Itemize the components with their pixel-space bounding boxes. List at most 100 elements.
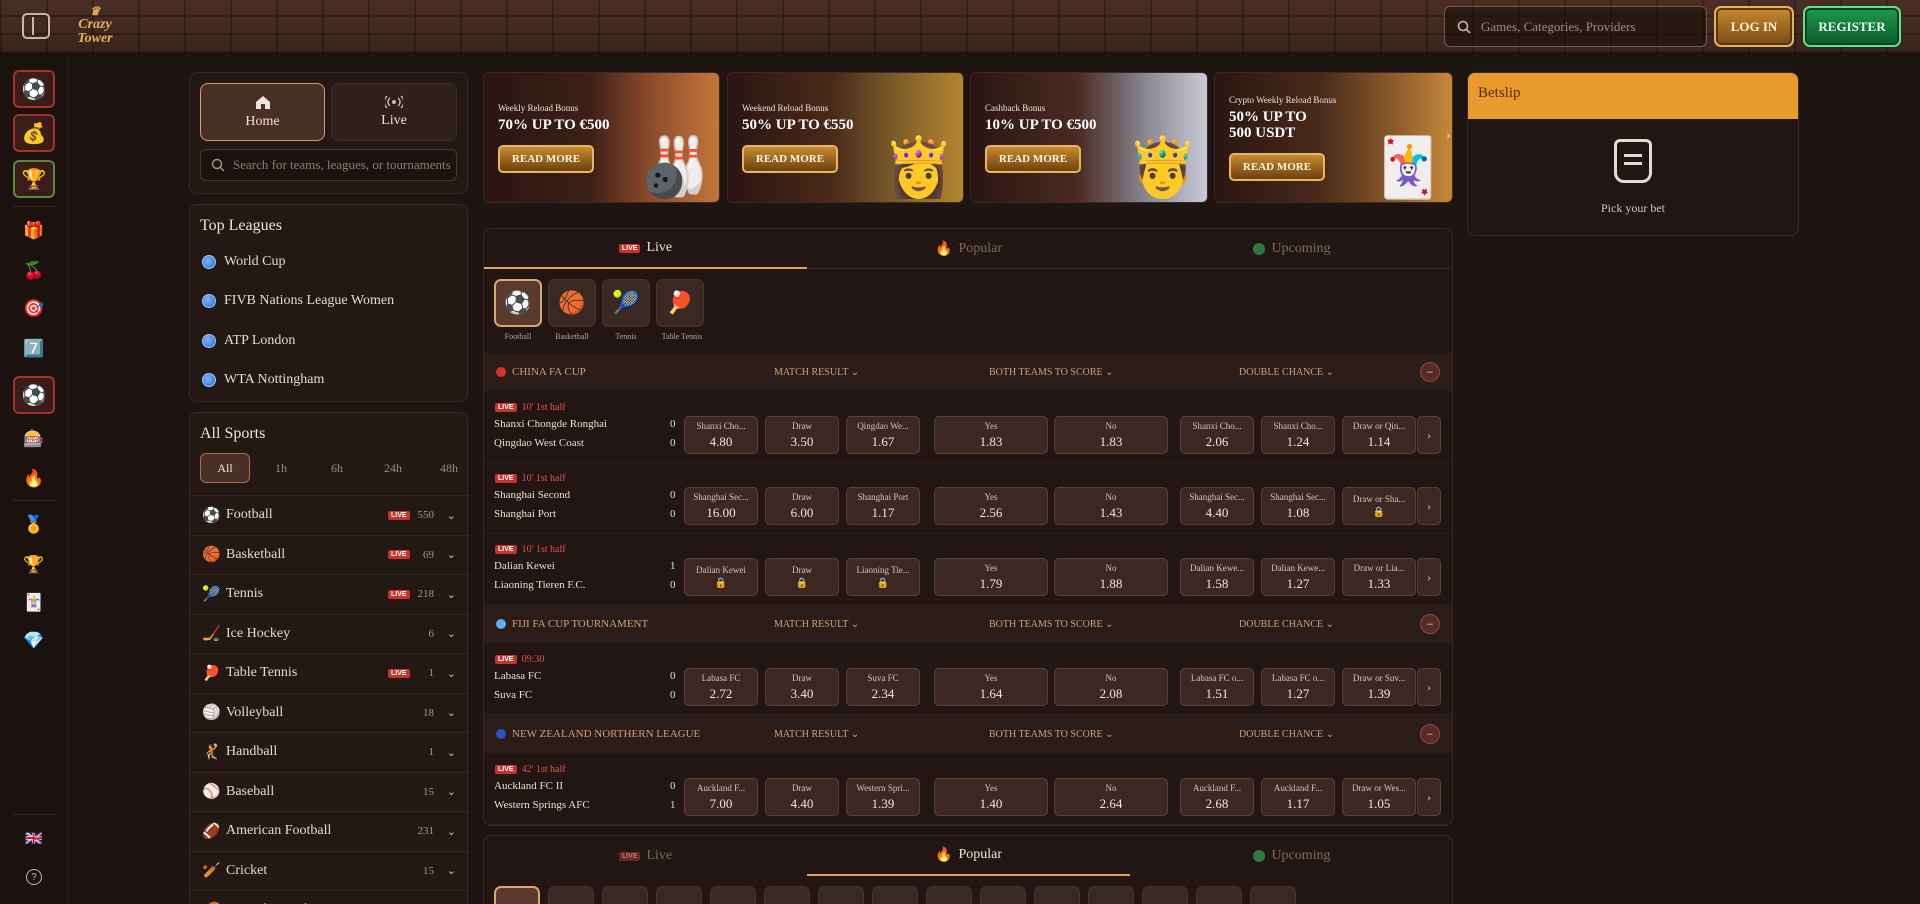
odds-button[interactable]: Shanghai Sec... 1.08 (1261, 487, 1335, 525)
league-link[interactable]: ATP London (202, 333, 295, 349)
league-name-link[interactable]: NEW ZEALAND NORTHERN LEAGUE (496, 728, 700, 740)
odds-button[interactable]: Shanghai Port 1.17 (846, 487, 920, 525)
sport-row[interactable]: ⚽ Football LIVE 550 ⌄ (190, 495, 470, 534)
market-double-chance[interactable]: DOUBLE CHANCE ⌄ (1239, 367, 1334, 378)
time-filter-6h[interactable]: 6h (312, 453, 362, 483)
tab-popular-matches[interactable]: 🔥 Popular (807, 836, 1130, 876)
odds-button[interactable]: Draw 4.40 (765, 778, 839, 816)
odds-button[interactable]: No 1.83 (1054, 416, 1168, 454)
sport-filter-table-tennis[interactable]: 🏓 (656, 279, 704, 327)
sport-filter-basketball[interactable]: 🏀 (548, 279, 596, 327)
tab-live-matches[interactable]: LIVE Live (484, 229, 807, 269)
medal-icon[interactable]: 🏅 (13, 506, 55, 544)
sport-row[interactable]: ⚾ Baseball 15 ⌄ (190, 771, 470, 811)
odds-button[interactable]: Shanghai Sec... 4.40 (1180, 487, 1254, 525)
home-team[interactable]: Shanghai Second (494, 489, 570, 501)
sport-filter-button[interactable] (926, 886, 972, 904)
chevron-down-icon[interactable]: ⌄ (447, 746, 456, 759)
odds-button[interactable]: Shanxi Cho... 1.24 (1261, 416, 1335, 454)
fire-icon[interactable]: 🔥 (13, 460, 55, 498)
banner-next-arrow-icon[interactable]: › (1446, 128, 1451, 144)
sport-filter-button[interactable] (1088, 886, 1134, 904)
tab-live[interactable]: Live (331, 83, 457, 141)
market-both-teams-score[interactable]: BOTH TEAMS TO SCORE ⌄ (989, 729, 1114, 740)
odds-button[interactable]: Auckland F... 2.68 (1180, 778, 1254, 816)
casino-bag-icon[interactable]: 💰 (13, 114, 55, 152)
odds-button[interactable]: No 2.08 (1054, 668, 1168, 706)
chevron-down-icon[interactable]: ⌄ (447, 548, 456, 561)
odds-button[interactable]: Draw or Wes... 1.05 (1342, 778, 1416, 816)
sport-filter-button[interactable] (656, 886, 702, 904)
global-search-input[interactable]: Games, Categories, Providers (1444, 6, 1707, 47)
tab-popular-matches[interactable]: 🔥 Popular (807, 229, 1130, 269)
home-team[interactable]: Auckland FC II (494, 780, 563, 792)
sport-filter-button[interactable] (710, 886, 756, 904)
odds-button[interactable]: Draw or Lia... 1.33 (1342, 558, 1416, 596)
sport-row[interactable]: 🏒 Ice Hockey 6 ⌄ (190, 613, 470, 653)
odds-button[interactable]: Shanxi Cho... 2.06 (1180, 416, 1254, 454)
time-filter-all[interactable]: All (200, 453, 250, 483)
register-button[interactable]: REGISTER (1803, 6, 1901, 47)
odds-button[interactable]: Dalian Kewe... 1.58 (1180, 558, 1254, 596)
odds-button[interactable]: Draw or Suv... 1.39 (1342, 668, 1416, 706)
odds-button[interactable]: Yes 1.79 (934, 558, 1048, 596)
chevron-down-icon[interactable]: ⌄ (447, 706, 456, 719)
chevron-down-icon[interactable]: ⌄ (447, 667, 456, 680)
read-more-button[interactable]: READ MORE (742, 145, 838, 173)
home-team[interactable]: Labasa FC (494, 670, 541, 682)
trophy-icon[interactable]: 🏆 (13, 160, 55, 198)
roulette-icon[interactable]: 🎯 (13, 290, 55, 328)
away-team[interactable]: Suva FC (494, 689, 532, 701)
sport-row[interactable]: 🎾 Tennis LIVE 218 ⌄ (190, 574, 470, 613)
sport-filter-tennis[interactable]: 🎾 (602, 279, 650, 327)
more-markets-button[interactable]: › (1417, 558, 1441, 596)
sport-filter-button[interactable] (980, 886, 1026, 904)
more-markets-button[interactable]: › (1417, 778, 1441, 816)
time-filter-24h[interactable]: 24h (368, 453, 418, 483)
market-double-chance[interactable]: DOUBLE CHANCE ⌄ (1239, 619, 1334, 630)
login-button[interactable]: LOG IN (1714, 6, 1794, 47)
sport-row[interactable]: 🏉Australian Rules14⌄ (190, 890, 470, 904)
odds-button[interactable]: Draw 6.00 (765, 487, 839, 525)
away-team[interactable]: Western Springs AFC (494, 799, 590, 811)
read-more-button[interactable]: READ MORE (985, 145, 1081, 173)
odds-button[interactable]: Draw 3.40 (765, 668, 839, 706)
league-link[interactable]: World Cup (202, 254, 285, 270)
sport-filter-button[interactable] (872, 886, 918, 904)
market-match-result[interactable]: MATCH RESULT ⌄ (774, 729, 859, 740)
league-link[interactable]: WTA Nottingham (202, 372, 324, 388)
sport-filter-button[interactable] (818, 886, 864, 904)
diamond-icon[interactable]: 💎 (13, 622, 55, 660)
time-filter-48h[interactable]: 48h (424, 453, 474, 483)
promo-banner-weekend-reload[interactable]: 👸 Weekend Reload Bonus 50% UP TO €550 RE… (727, 72, 964, 203)
help-icon[interactable]: ? (13, 858, 55, 896)
sport-filter-button[interactable] (1196, 886, 1242, 904)
tab-home[interactable]: Home (200, 83, 325, 141)
away-team[interactable]: Shanghai Port (494, 508, 556, 520)
language-flag-icon[interactable]: 🇬🇧 (13, 820, 55, 858)
market-match-result[interactable]: MATCH RESULT ⌄ (774, 367, 859, 378)
collapse-icon[interactable]: − (1420, 614, 1440, 634)
chevron-down-icon[interactable]: ⌄ (447, 509, 456, 522)
sport-row[interactable]: 🏐 Volleyball 18 ⌄ (190, 692, 470, 732)
collapse-icon[interactable]: − (1420, 362, 1440, 382)
sport-filter-button[interactable] (602, 886, 648, 904)
odds-button[interactable]: Draw or Sha... 🔒 (1342, 487, 1416, 525)
odds-button[interactable]: Yes 1.64 (934, 668, 1048, 706)
home-team[interactable]: Shanxi Chongde Ronghai (494, 418, 607, 430)
sidebar-toggle-icon[interactable] (22, 13, 50, 39)
cup-icon[interactable]: 🏆 (13, 546, 55, 584)
odds-button[interactable]: No 1.43 (1054, 487, 1168, 525)
tab-upcoming-matches[interactable]: Upcoming (1130, 836, 1452, 876)
odds-button[interactable]: Dalian Kewei 🔒 (684, 558, 758, 596)
lucky-seven-icon[interactable]: 7️⃣ (13, 330, 55, 368)
tab-upcoming-matches[interactable]: Upcoming (1130, 229, 1452, 269)
chevron-down-icon[interactable]: ⌄ (447, 864, 456, 877)
sport-filter-button[interactable] (764, 886, 810, 904)
league-link[interactable]: FIVB Nations League Women (202, 293, 394, 309)
league-name-link[interactable]: CHINA FA CUP (496, 366, 586, 378)
odds-button[interactable]: Yes 1.83 (934, 416, 1048, 454)
chevron-down-icon[interactable]: ⌄ (447, 627, 456, 640)
market-double-chance[interactable]: DOUBLE CHANCE ⌄ (1239, 729, 1334, 740)
more-markets-button[interactable]: › (1417, 668, 1441, 706)
